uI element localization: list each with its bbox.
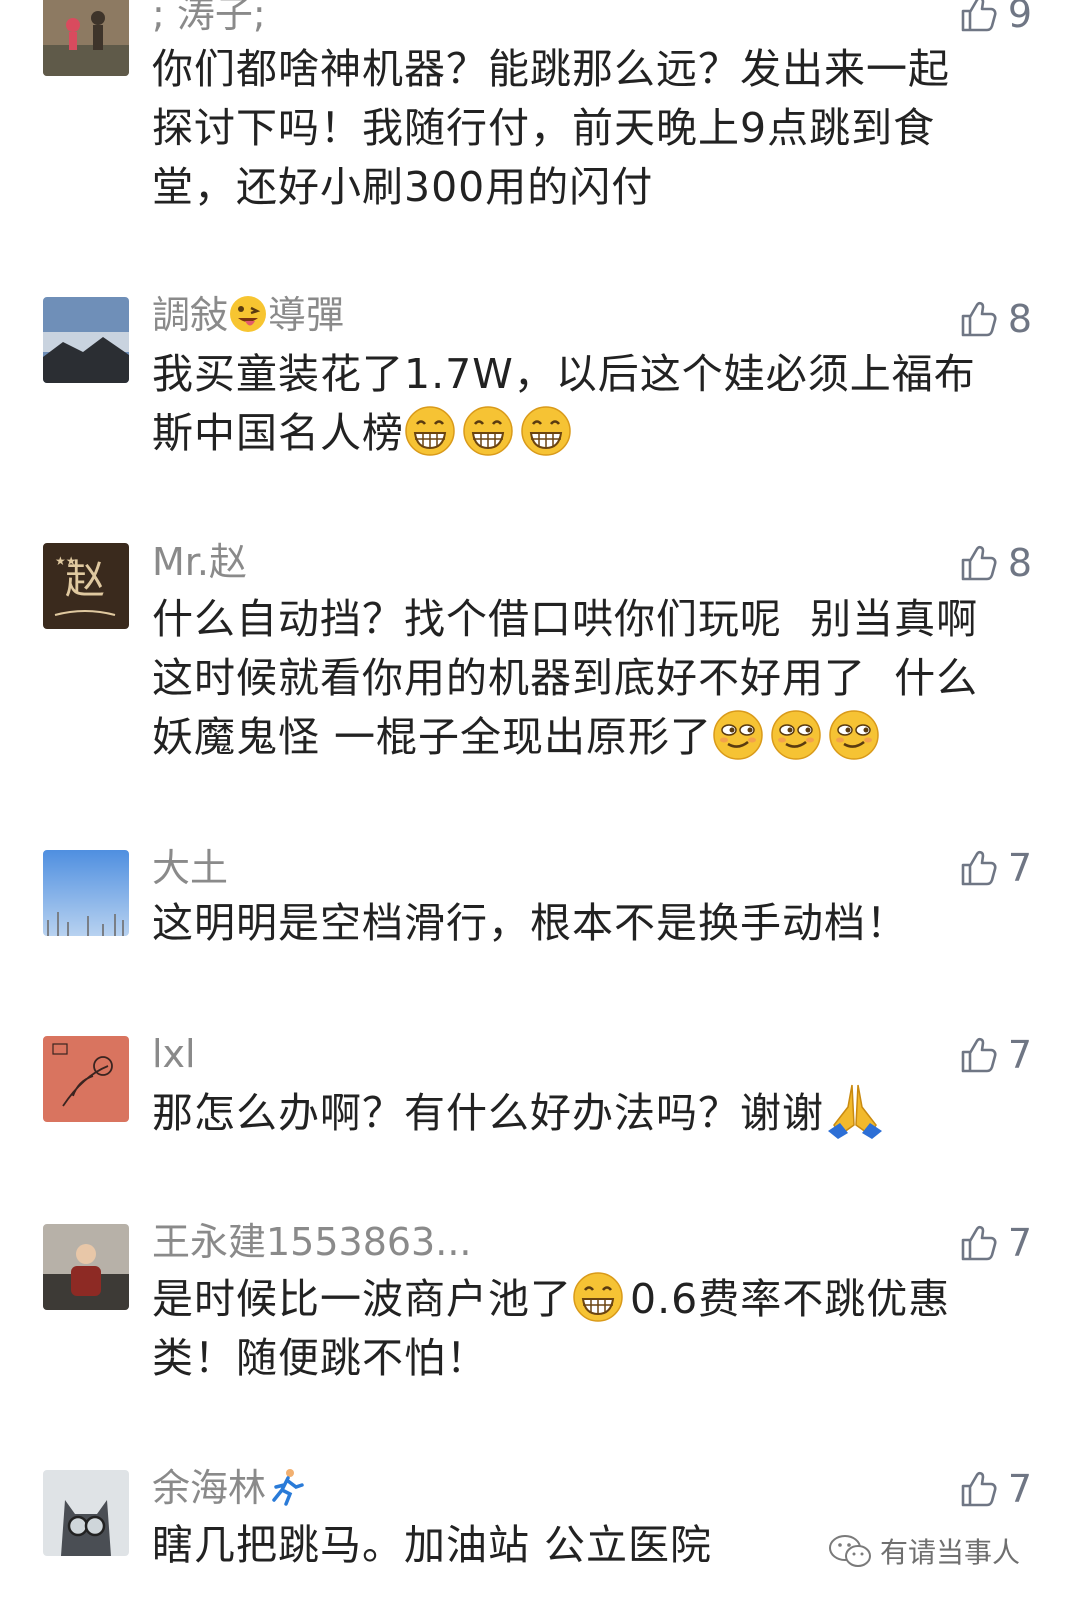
comment-text: 你们都啥神机器？能跳那么远？发出来一起 探讨下吗！我随行付，前天晚上9点跳到食 … [152, 40, 1042, 217]
comment-line: 妖魔鬼怪 一棍子全现出原形了 [152, 708, 1042, 767]
comment-nickname: 王永建1553863... [152, 1220, 472, 1264]
grinning-emoji [520, 405, 572, 457]
comment-nickname: 調敍 導彈 [152, 293, 344, 337]
comment-line-text: 是时候比一波商户池了 [152, 1275, 572, 1323]
comment-line: 堂，还好小刷300用的闪付 [152, 163, 654, 211]
comment-line: 这时候就看你用的机器到底好不好用了 什么 [152, 654, 979, 702]
nickname-part: 調敍 [152, 293, 229, 337]
like-button[interactable]: 8 [958, 541, 1032, 585]
running-emoji [266, 1467, 306, 1507]
comment-line: 那怎么办啊？有什么好办法吗？谢谢 [152, 1081, 1042, 1143]
comment-line: 类！随便跳不怕！ [152, 1334, 488, 1382]
comment-line-text: 0.6费率不跳优惠 [630, 1275, 951, 1323]
avatar[interactable]: 赵 ★★ [43, 543, 129, 629]
comment-line: 什么自动挡？找个借口哄你们玩呢 别当真啊 [152, 595, 979, 643]
comment-text: 这明明是空档滑行，根本不是换手动档！ [152, 894, 1042, 953]
comment-text: 是时候比一波商户池了 0.6费率不跳优惠 类！随便跳不怕！ [152, 1270, 1042, 1388]
avatar[interactable] [43, 297, 129, 383]
nickname-part: 導彈 [268, 293, 345, 337]
like-count: 8 [1007, 541, 1032, 585]
comment-line-text: 斯中国名人榜 [152, 409, 404, 457]
like-count: 9 [1007, 0, 1032, 36]
grinning-emoji [462, 405, 514, 457]
comment-line-text: 那怎么办啊？有什么好办法吗？谢谢 [152, 1089, 824, 1137]
like-button[interactable]: 7 [958, 1033, 1032, 1077]
smirk-emoji [712, 709, 764, 761]
avatar[interactable] [43, 1470, 129, 1556]
comment-nickname: lxl [152, 1032, 196, 1076]
thumbs-up-icon [961, 545, 997, 581]
comment-line: 你们都啥神机器？能跳那么远？发出来一起 [152, 45, 950, 93]
thumbs-up-icon [961, 1037, 997, 1073]
svg-text:★★: ★★ [55, 554, 77, 568]
watermark-text: 有请当事人 [879, 1536, 1020, 1569]
like-count: 8 [1007, 297, 1032, 341]
wechat-icon [828, 1535, 871, 1567]
thumbs-up-icon [961, 301, 997, 337]
watermark: 有请当事人 [828, 1531, 1020, 1571]
grinning-emoji [572, 1271, 624, 1323]
like-count: 7 [1007, 1221, 1032, 1265]
like-button[interactable]: 7 [958, 846, 1032, 890]
thumbs-up-icon [961, 850, 997, 886]
comment-line: 这明明是空档滑行，根本不是换手动档！ [152, 899, 908, 947]
nickname-part: 余海林 [152, 1466, 267, 1510]
like-count: 7 [1007, 846, 1032, 890]
comment-nickname: 大土 [152, 846, 229, 890]
comment-line: 是时候比一波商户池了 0.6费率不跳优惠 [152, 1270, 1042, 1329]
comment-nickname: 余海林 [152, 1466, 306, 1510]
thumbs-up-icon [961, 0, 997, 32]
like-button[interactable]: 7 [958, 1221, 1032, 1265]
thumbs-up-icon [961, 1225, 997, 1261]
comment-nickname: ; 涛子; [152, 0, 266, 36]
smirk-emoji [828, 709, 880, 761]
like-count: 7 [1007, 1033, 1032, 1077]
comment-nickname: Mr.赵 [152, 540, 248, 584]
comment-line-text: 妖魔鬼怪 一棍子全现出原形了 [152, 713, 713, 761]
avatar[interactable] [43, 0, 129, 76]
comment-text: 什么自动挡？找个借口哄你们玩呢 别当真啊 这时候就看你用的机器到底好不好用了 什… [152, 590, 1042, 767]
like-count: 7 [1007, 1467, 1032, 1511]
comment-line: 探讨下吗！我随行付，前天晚上9点跳到食 [152, 104, 936, 152]
comment-text: 我买童装花了1.7W，以后这个娃必须上福布 斯中国名人榜 [152, 345, 1042, 463]
like-button[interactable]: 8 [958, 297, 1032, 341]
grinning-emoji [404, 405, 456, 457]
pray-emoji [824, 1081, 886, 1141]
avatar[interactable] [43, 1036, 129, 1122]
smirk-emoji [770, 709, 822, 761]
tongue-emoji [228, 294, 268, 334]
avatar[interactable] [43, 1224, 129, 1310]
thumbs-up-icon [961, 1471, 997, 1507]
comment-text: 那怎么办啊？有什么好办法吗？谢谢 [152, 1081, 1042, 1143]
comment-line: 斯中国名人榜 [152, 404, 1042, 463]
comment-line: 我买童装花了1.7W，以后这个娃必须上福布 [152, 350, 976, 398]
like-button[interactable]: 9 [958, 0, 1032, 36]
like-button[interactable]: 7 [958, 1467, 1032, 1511]
avatar[interactable] [43, 850, 129, 936]
